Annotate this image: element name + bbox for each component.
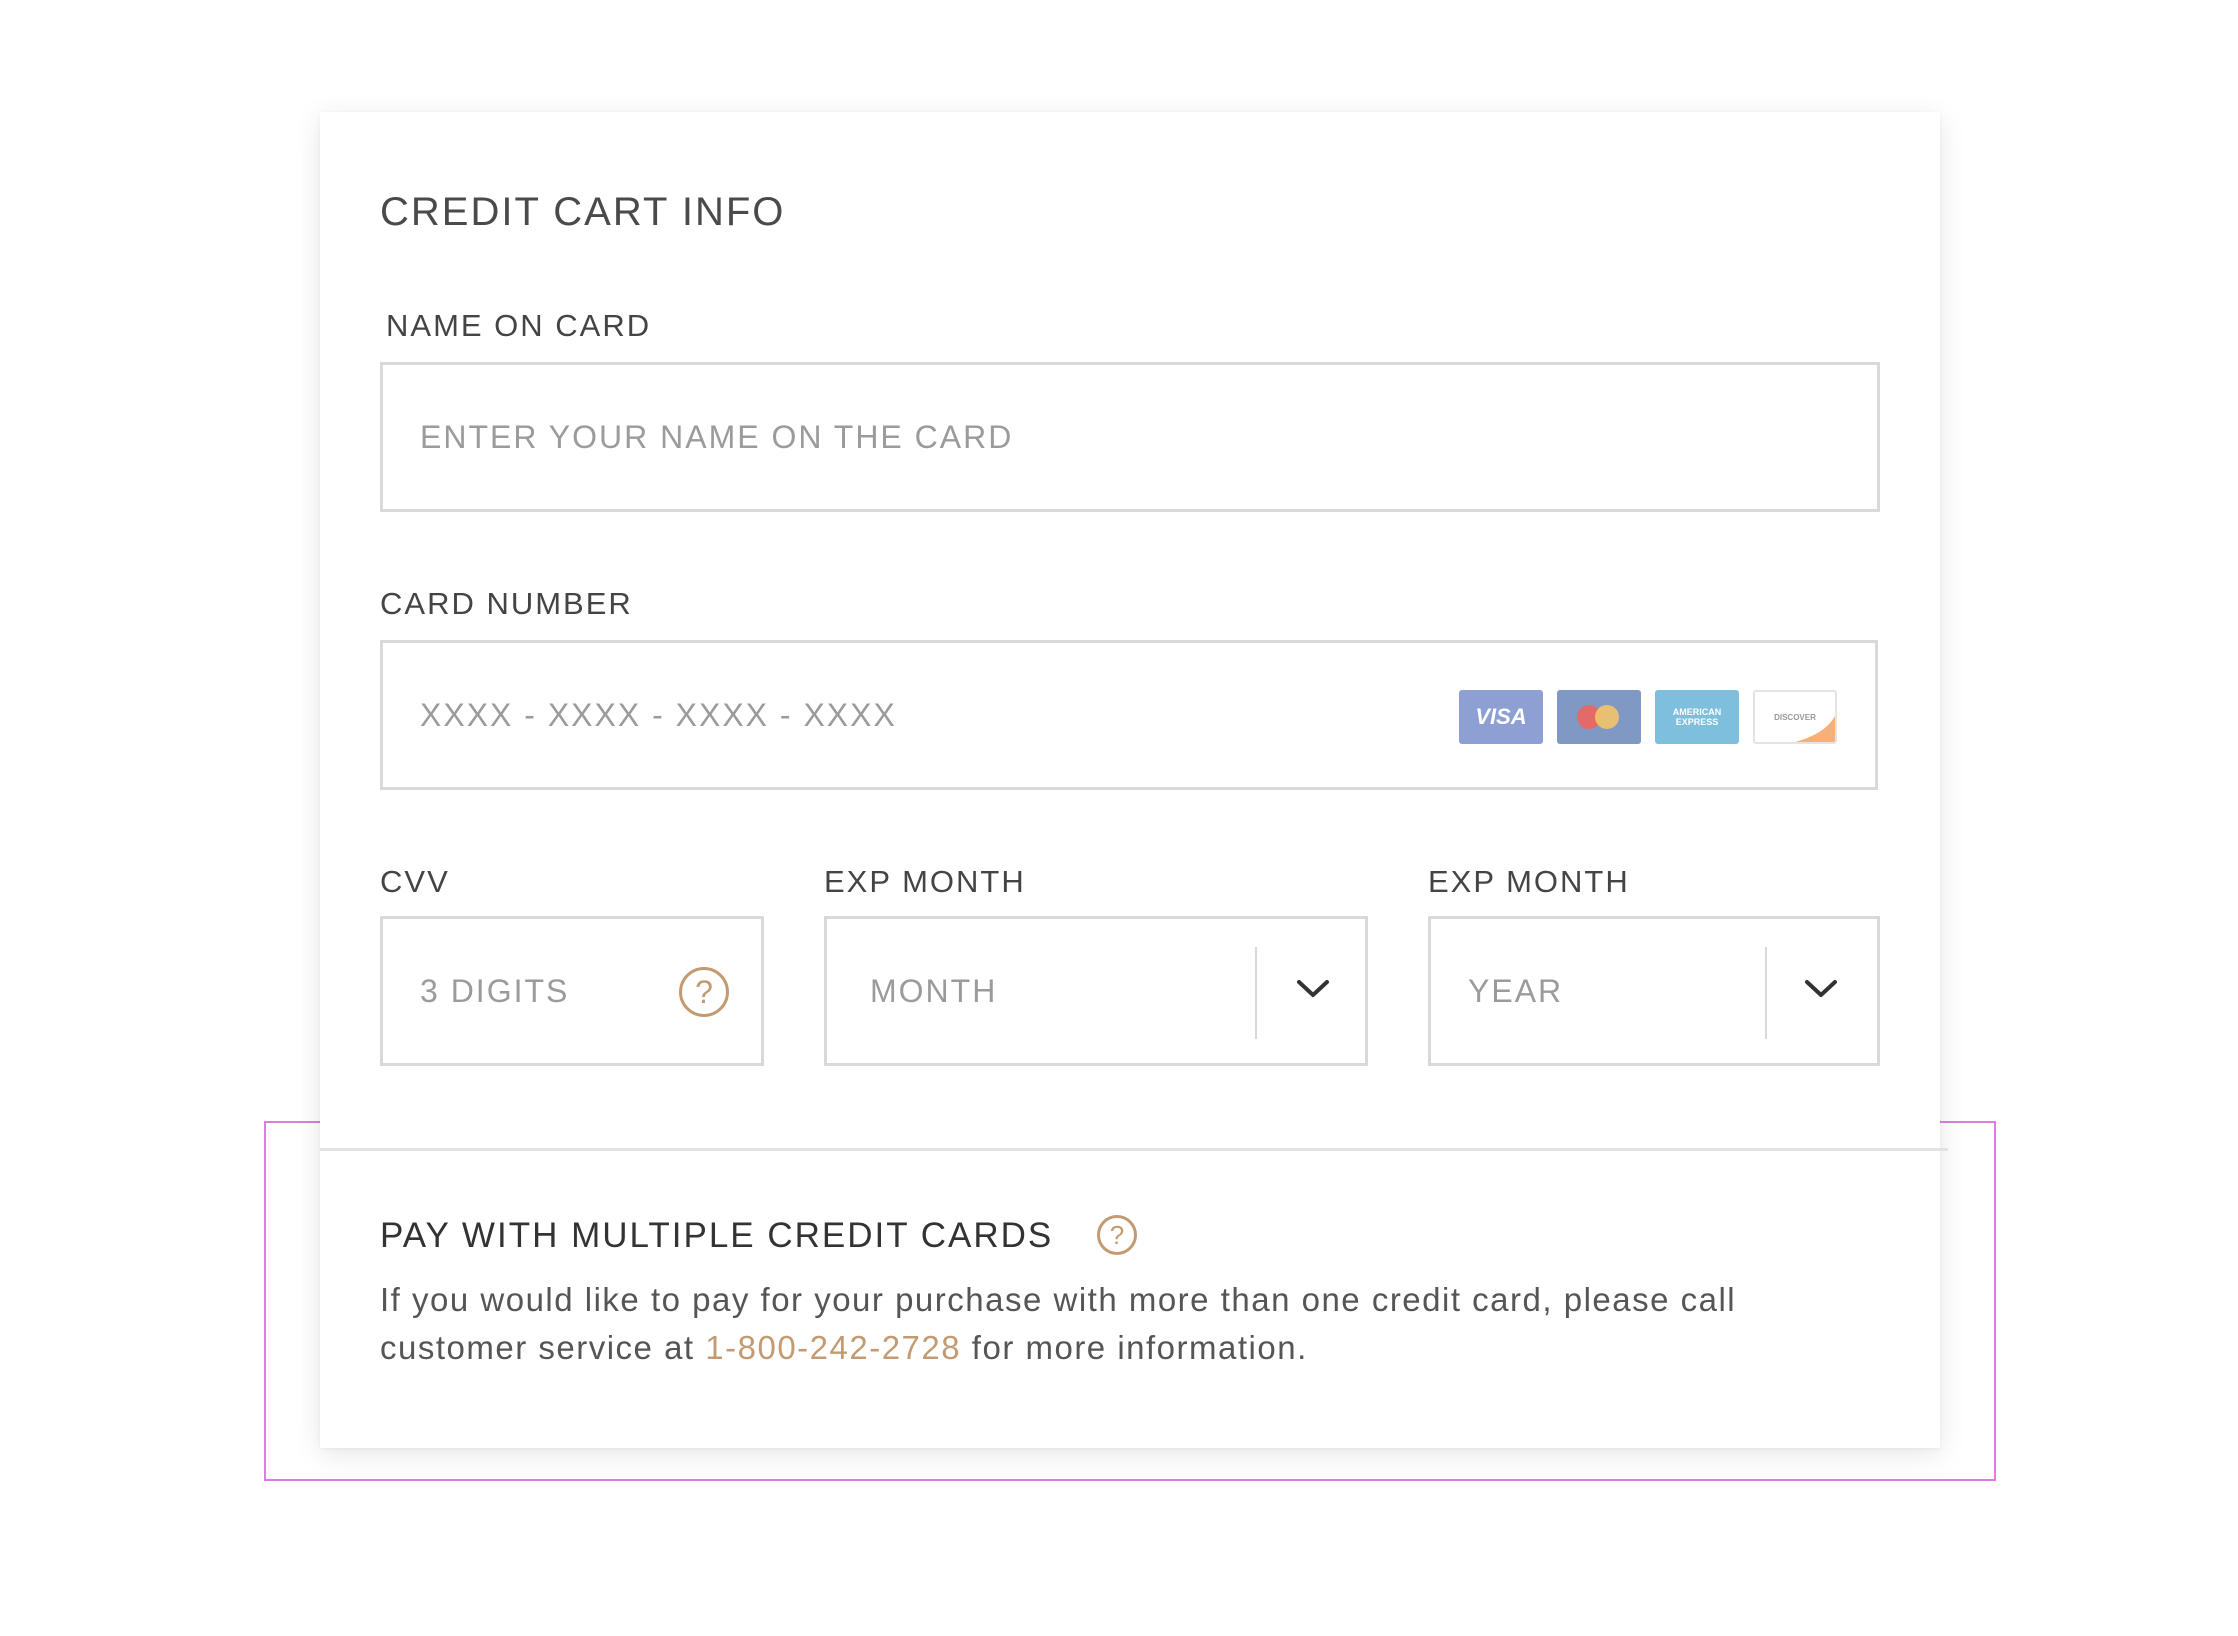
- card-number-label: CARD NUMBER: [380, 586, 633, 621]
- cvv-label: CVV: [380, 864, 450, 899]
- exp-month-value: MONTH: [870, 972, 998, 1009]
- question-circle-icon[interactable]: ?: [679, 967, 729, 1017]
- cvv-field[interactable]: ?: [380, 916, 764, 1066]
- info-text-after: for more information.: [961, 1329, 1308, 1366]
- exp-month-select[interactable]: MONTH: [824, 916, 1368, 1066]
- select-divider: [1255, 947, 1257, 1039]
- multi-card-title-text: PAY WITH MULTIPLE CREDIT CARDS: [380, 1216, 1054, 1255]
- accepted-cards: VISA AMERICAN EXPRESS DISCOVER: [1459, 690, 1837, 744]
- multi-card-info-text: If you would like to pay for your purcha…: [380, 1276, 1880, 1372]
- credit-card-form-card: CREDIT CART INFO NAME ON CARD CARD NUMBE…: [320, 112, 1948, 1448]
- select-divider: [1765, 947, 1767, 1039]
- visa-logo: VISA: [1459, 690, 1543, 744]
- amex-logo: AMERICAN EXPRESS: [1655, 690, 1739, 744]
- exp-year-label: EXP MONTH: [1428, 864, 1630, 899]
- customer-service-phone-link[interactable]: 1-800-242-2728: [705, 1329, 961, 1366]
- card-number-field[interactable]: VISA AMERICAN EXPRESS DISCOVER: [380, 640, 1878, 790]
- chevron-down-icon: [1297, 980, 1329, 997]
- exp-month-label: EXP MONTH: [824, 864, 1026, 899]
- section-divider: [320, 1148, 1948, 1151]
- name-on-card-label: NAME ON CARD: [386, 308, 652, 343]
- page-title: CREDIT CART INFO: [380, 190, 786, 234]
- name-on-card-input[interactable]: [383, 365, 1877, 509]
- mastercard-logo: [1557, 690, 1641, 744]
- exp-year-select[interactable]: YEAR: [1428, 916, 1880, 1066]
- multi-card-title: PAY WITH MULTIPLE CREDIT CARDS: [380, 1216, 1053, 1256]
- name-on-card-field[interactable]: [380, 362, 1880, 512]
- question-circle-icon[interactable]: ?: [1097, 1215, 1137, 1255]
- chevron-down-icon: [1805, 980, 1837, 997]
- discover-logo: DISCOVER: [1753, 690, 1837, 744]
